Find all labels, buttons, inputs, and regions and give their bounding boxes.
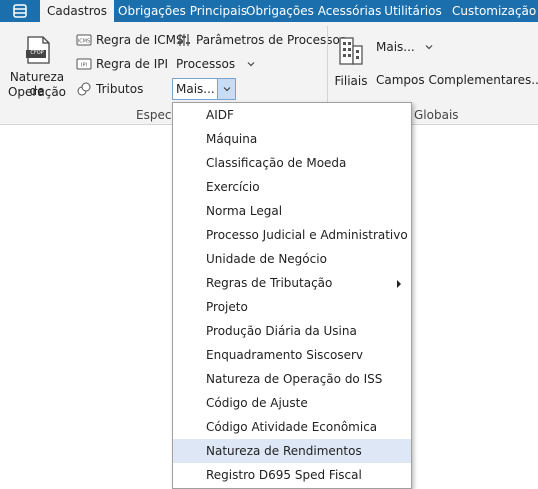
mais-right-label: Mais... [376,40,415,54]
regra-ipi-label: Regra de IPI [96,57,169,71]
menu-item-classificacao-moeda[interactable]: Classificação de Moeda [173,151,411,175]
campos-complementares-label: Campos Complementares... [376,73,538,87]
menu-item-label: Projeto [206,300,248,314]
filiais-label: Filiais [334,74,368,88]
filiais-button[interactable]: Filiais [334,34,368,90]
menu-item-label: Regras de Tributação [206,276,333,290]
menu-item-exercicio[interactable]: Exercício [173,175,411,199]
menu-item-aidf[interactable]: AIDF [173,103,411,127]
submenu-arrow-icon [397,280,401,288]
tab-utilitarios[interactable]: Utilitários [380,0,446,22]
mais-dropdown-toggle[interactable] [217,79,235,99]
menu-item-label: Registro D695 Sped Fiscal [206,468,362,482]
parametros-processos-button[interactable]: Parâmetros de Processos [176,29,346,51]
regra-icms-button[interactable]: ICMS Regra de ICMS [76,29,184,51]
mais-label: Mais... [176,82,215,96]
menu-item-maquina[interactable]: Máquina [173,127,411,151]
menu-item-label: Natureza de Operação do ISS [206,372,383,386]
menu-item-label: Classificação de Moeda [206,156,347,170]
regra-icms-label: Regra de ICMS [96,33,184,47]
mais-dropdown-active[interactable]: Mais... [172,78,236,100]
menu-item-label: Produção Diária da Usina [206,324,357,338]
natureza-operacao-button[interactable]: CFOP Natureza de Operação [4,34,70,100]
menu-item-label: Processo Judicial e Administrativo [206,228,408,242]
menu-item-natureza-operacao-iss[interactable]: Natureza de Operação do ISS [173,367,411,391]
group-label-globais: Globais [414,108,459,122]
menu-item-projeto[interactable]: Projeto [173,295,411,319]
tab-obrigacoes-principais[interactable]: Obrigações Principais [118,0,247,22]
menu-item-label: Código Atividade Econômica [206,420,378,434]
chevron-down-icon [247,62,255,67]
menu-item-label: Norma Legal [206,204,283,218]
campos-complementares-dropdown[interactable]: Campos Complementares... [376,69,538,91]
menu-item-registro-d695[interactable]: Registro D695 Sped Fiscal [173,463,411,487]
chevron-down-icon [425,45,433,50]
menu-item-processo-judicial[interactable]: Processo Judicial e Administrativo [173,223,411,247]
menu-item-label: Unidade de Negócio [206,252,327,266]
menu-item-label: Natureza de Rendimentos [206,444,362,458]
svg-text:ICMS: ICMS [78,39,90,45]
tab-customizacao[interactable]: Customização [452,0,536,22]
app-menu-button[interactable] [0,0,40,22]
icms-rule-icon: ICMS [76,32,92,48]
menu-item-codigo-atividade-economica[interactable]: Código Atividade Econômica [173,415,411,439]
mais-right-dropdown[interactable]: Mais... [376,36,433,58]
tab-obrigacoes-acessorias[interactable]: Obrigações Acessórias [246,0,381,22]
ribbon-tab-bar: Cadastros Obrigações Principais Obrigaçõ… [0,0,538,22]
tributos-button[interactable]: Tributos [76,78,143,100]
menu-item-natureza-rendimentos[interactable]: Natureza de Rendimentos [173,439,411,463]
coins-icon [76,81,92,97]
cfop-badge: CFOP [30,50,44,56]
natureza-operacao-label-2: Operação [7,85,67,99]
menu-item-label: Máquina [206,132,258,146]
tributos-label: Tributos [96,82,144,96]
menu-item-label: AIDF [206,108,234,122]
menu-item-unidade-negocio[interactable]: Unidade de Negócio [173,247,411,271]
chevron-down-icon [223,87,230,92]
processos-label: Processos [176,57,236,71]
menu-item-label: Exercício [206,180,260,194]
menu-item-codigo-ajuste[interactable]: Código de Ajuste [173,391,411,415]
tab-cadastros[interactable]: Cadastros [40,0,114,22]
regra-ipi-button[interactable]: IPI Regra de IPI [76,53,168,75]
parametros-processos-label: Parâmetros de Processos [196,33,347,47]
building-icon [339,37,363,65]
menu-item-label: Enquadramento Siscoserv [206,348,364,362]
ipi-rule-icon: IPI [76,56,92,72]
mais-dropdown-menu: AIDF Máquina Classificação de Moeda Exer… [172,102,412,489]
menu-item-producao-diaria[interactable]: Produção Diária da Usina [173,319,411,343]
group-separator [327,26,328,104]
sliders-icon [176,32,192,48]
processos-dropdown[interactable]: Processos [176,53,255,75]
menu-item-norma-legal[interactable]: Norma Legal [173,199,411,223]
svg-text:IPI: IPI [81,63,87,69]
menu-item-label: Código de Ajuste [206,396,308,410]
menu-item-enquadramento-siscoserv[interactable]: Enquadramento Siscoserv [173,343,411,367]
app-menu-icon [13,4,27,18]
menu-item-regras-tributacao[interactable]: Regras de Tributação [173,271,411,295]
